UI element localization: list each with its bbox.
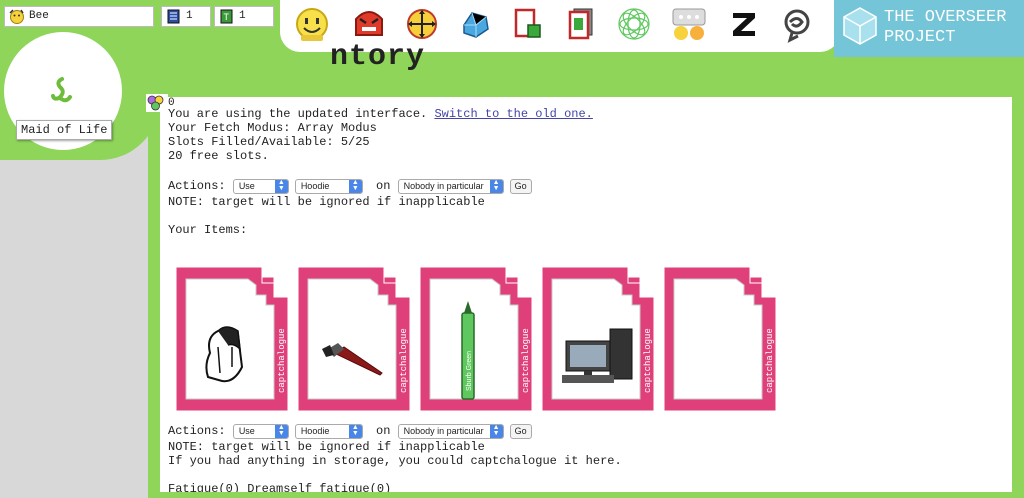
interface-text: You are using the updated interface. bbox=[168, 107, 435, 121]
username: Bee bbox=[29, 10, 49, 22]
captcha-card-paintbrush[interactable]: captchalogue bbox=[297, 265, 414, 412]
target-select-value: Nobody in particular bbox=[403, 425, 484, 436]
swirl-icon[interactable] bbox=[778, 5, 816, 43]
captcha-card-computer[interactable]: captchalogue bbox=[541, 265, 658, 412]
item-select[interactable]: Hoodie ▲ ▼ bbox=[294, 423, 363, 439]
select-arrows-icon: ▲ ▼ bbox=[489, 179, 503, 193]
actions-row-top: Actions: Use ▲ ▼ Hoodie ▲ ▼ on Nobody in par… bbox=[168, 177, 1004, 195]
select-arrows-icon: ▲ ▼ bbox=[274, 424, 288, 438]
on-label: on bbox=[368, 179, 398, 193]
select-arrows-icon: ▲ ▼ bbox=[489, 424, 503, 438]
action-select-value: Use bbox=[238, 425, 255, 436]
target-select-value: Nobody in particular bbox=[403, 180, 484, 191]
banner-line2: PROJECT bbox=[884, 28, 956, 47]
captchalogue-deck-icon[interactable] bbox=[562, 5, 600, 43]
right-frame bbox=[1012, 88, 1024, 498]
life-aspect-icon bbox=[51, 77, 72, 103]
captcha-card-empty[interactable]: captchalogue bbox=[663, 265, 780, 412]
z-icon[interactable] bbox=[725, 5, 763, 43]
select-arrows-icon: ▲ ▼ bbox=[348, 424, 362, 438]
go-button[interactable]: Go bbox=[509, 178, 532, 194]
captcha-label: captchalogue bbox=[399, 328, 409, 393]
item-select-value: Hoodie bbox=[300, 425, 330, 436]
action-select[interactable]: Use ▲ ▼ bbox=[232, 178, 289, 194]
item-cards: captchalogue captchalogue Sburb Green captc… bbox=[168, 265, 1004, 425]
free-slots: 20 free slots. bbox=[168, 149, 269, 163]
captcha-label: captchalogue bbox=[643, 328, 653, 393]
tier-icon: T bbox=[220, 9, 233, 24]
marker-icon: Sburb Green bbox=[461, 301, 475, 400]
captcha-label: captchalogue bbox=[277, 328, 287, 393]
page-title: ntory bbox=[330, 40, 426, 74]
target-select[interactable]: Nobody in particular ▲ ▼ bbox=[397, 423, 504, 439]
item-select-value: Hoodie bbox=[300, 180, 330, 191]
angry-face-icon[interactable] bbox=[350, 5, 388, 43]
class-label: Maid of Life bbox=[16, 120, 113, 140]
banner-line1: THE OVERSEER bbox=[884, 8, 1007, 27]
inventory-count-box[interactable]: 1 bbox=[161, 6, 211, 27]
smiley-icon[interactable] bbox=[293, 5, 331, 43]
item-select[interactable]: Hoodie ▲ ▼ bbox=[294, 178, 363, 194]
your-items-label: Your Items: bbox=[168, 223, 248, 237]
inventory-count: 1 bbox=[186, 10, 193, 22]
card-icon[interactable] bbox=[509, 5, 547, 43]
inventory-panel: You are using the updated interface. Swi… bbox=[160, 97, 1012, 492]
captcha-card-hoodie[interactable]: captchalogue bbox=[175, 265, 292, 412]
actions-label: Actions: bbox=[168, 179, 233, 193]
fetch-modus: Your Fetch Modus: Array Modus bbox=[168, 121, 377, 135]
fatigue-status: Fatigue(0) Dreamself fatigue(0) bbox=[168, 482, 392, 492]
on-label: on bbox=[368, 424, 398, 438]
crystal-icon[interactable] bbox=[456, 5, 494, 43]
username-box[interactable]: Bee bbox=[4, 6, 154, 27]
tier-count-box[interactable]: T 1 bbox=[214, 6, 274, 27]
character-icon bbox=[9, 9, 24, 24]
tier-count: 1 bbox=[239, 10, 246, 22]
cube-logo-icon bbox=[843, 7, 877, 45]
go-button[interactable]: Go bbox=[509, 423, 532, 439]
svg-text:Sburb Green: Sburb Green bbox=[466, 351, 473, 391]
select-arrows-icon: ▲ ▼ bbox=[348, 179, 362, 193]
slots-filled: Slots Filled/Available: 5/25 bbox=[168, 135, 370, 149]
chat-icon[interactable] bbox=[670, 5, 708, 43]
boondollar-count: 0 bbox=[168, 97, 175, 109]
actions-label: Actions: bbox=[168, 424, 233, 438]
boondollar-counter: 0 bbox=[146, 94, 175, 112]
switch-interface-link[interactable]: Switch to the old one. bbox=[434, 107, 592, 121]
spirograph-icon[interactable] bbox=[615, 5, 653, 43]
captcha-card-marker[interactable]: Sburb Green captchalogue bbox=[419, 265, 536, 412]
target-note: NOTE: target will be ignored if inapplic… bbox=[168, 440, 485, 454]
action-select[interactable]: Use ▲ ▼ bbox=[232, 423, 289, 439]
target-note: NOTE: target will be ignored if inapplic… bbox=[168, 195, 485, 209]
captcha-label: captchalogue bbox=[765, 328, 775, 393]
storage-note: If you had anything in storage, you coul… bbox=[168, 454, 622, 468]
overseer-banner[interactable]: THE OVERSEER PROJECT bbox=[834, 0, 1024, 57]
stack-icon bbox=[167, 9, 180, 24]
select-arrows-icon: ▲ ▼ bbox=[274, 179, 288, 193]
crosshair-icon[interactable] bbox=[403, 5, 441, 43]
boondollar-icon bbox=[147, 95, 164, 111]
captcha-label: captchalogue bbox=[521, 328, 531, 393]
target-select[interactable]: Nobody in particular ▲ ▼ bbox=[397, 178, 504, 194]
action-select-value: Use bbox=[238, 180, 255, 191]
hoodie-icon bbox=[205, 326, 244, 383]
svg-text:T: T bbox=[224, 12, 230, 22]
